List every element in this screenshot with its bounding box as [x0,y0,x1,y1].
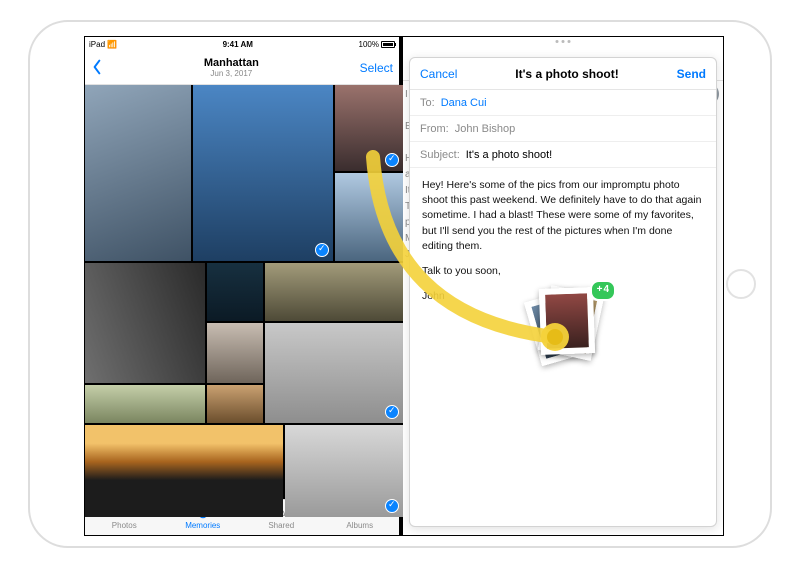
photo-thumbnail[interactable] [265,263,403,321]
photo-thumbnail[interactable] [335,173,403,261]
tab-label: Memories [185,521,220,530]
tab-label: Photos [112,521,137,530]
status-bar-right [403,37,723,51]
selected-check-icon [385,405,399,419]
cancel-button[interactable]: Cancel [420,67,457,81]
compose-header: Cancel It's a photo shoot! Send [410,58,716,90]
album-title: Manhattan [204,57,259,69]
photo-thumbnail[interactable] [85,263,205,383]
photos-app: iPad 9:41 AM 100% Manhattan Jun 3, 2017 … [85,37,403,535]
compose-title: It's a photo shoot! [515,67,619,81]
subject-value: It's a photo shoot! [466,149,553,161]
photos-nav-header: Manhattan Jun 3, 2017 Select [85,51,399,85]
carrier-label: iPad [89,40,117,49]
nav-title-block: Manhattan Jun 3, 2017 [204,57,259,78]
tab-label: Albums [346,521,373,530]
home-button[interactable] [726,269,756,299]
selected-check-icon [385,153,399,167]
compose-sheet: Cancel It's a photo shoot! Send To: Dana… [409,57,717,527]
photo-thumbnail[interactable] [265,323,403,423]
to-value: Dana Cui [441,97,487,109]
multitask-dots-icon [556,40,571,43]
body-paragraph: Hey! Here's some of the pics from our im… [422,178,704,254]
photo-thumbnail[interactable] [85,85,191,261]
dragged-photo-stack[interactable]: 4 [530,288,610,366]
drag-count-badge: 4 [590,280,616,301]
subject-label: Subject: [420,149,460,161]
battery-indicator: 100% [359,40,395,49]
drag-card [539,287,595,355]
photo-thumbnail[interactable] [85,425,283,517]
mail-app: IEHaItTpMJ Cancel It's a photo shoot! Se… [403,37,723,535]
subject-field[interactable]: Subject: It's a photo shoot! [410,142,716,168]
back-button[interactable] [91,57,103,79]
selected-check-icon [385,499,399,513]
photo-thumbnail[interactable] [335,85,403,171]
status-time: 9:41 AM [223,40,253,49]
photo-thumbnail[interactable] [285,425,403,517]
ipad-frame: iPad 9:41 AM 100% Manhattan Jun 3, 2017 … [28,20,772,548]
select-button[interactable]: Select [360,61,393,75]
send-button[interactable]: Send [677,67,706,81]
ipad-screen: iPad 9:41 AM 100% Manhattan Jun 3, 2017 … [84,36,724,536]
album-date: Jun 3, 2017 [204,69,259,78]
tab-label: Shared [268,521,294,530]
from-label: From: [420,123,449,135]
from-value: John Bishop [455,123,516,135]
from-field[interactable]: From: John Bishop [410,116,716,142]
photo-thumbnail[interactable] [85,385,205,423]
photo-thumbnail[interactable] [207,263,263,321]
selected-check-icon [315,243,329,257]
to-label: To: [420,97,435,109]
photo-thumbnail[interactable] [207,385,263,423]
photo-thumbnail[interactable] [207,323,263,383]
wifi-icon [105,40,117,49]
photo-grid[interactable] [85,85,399,499]
to-field[interactable]: To: Dana Cui [410,90,716,116]
status-bar: iPad 9:41 AM 100% [85,37,399,51]
compose-body[interactable]: Hey! Here's some of the pics from our im… [410,168,716,526]
body-paragraph: Talk to you soon, [422,264,704,279]
photo-thumbnail[interactable] [193,85,333,261]
